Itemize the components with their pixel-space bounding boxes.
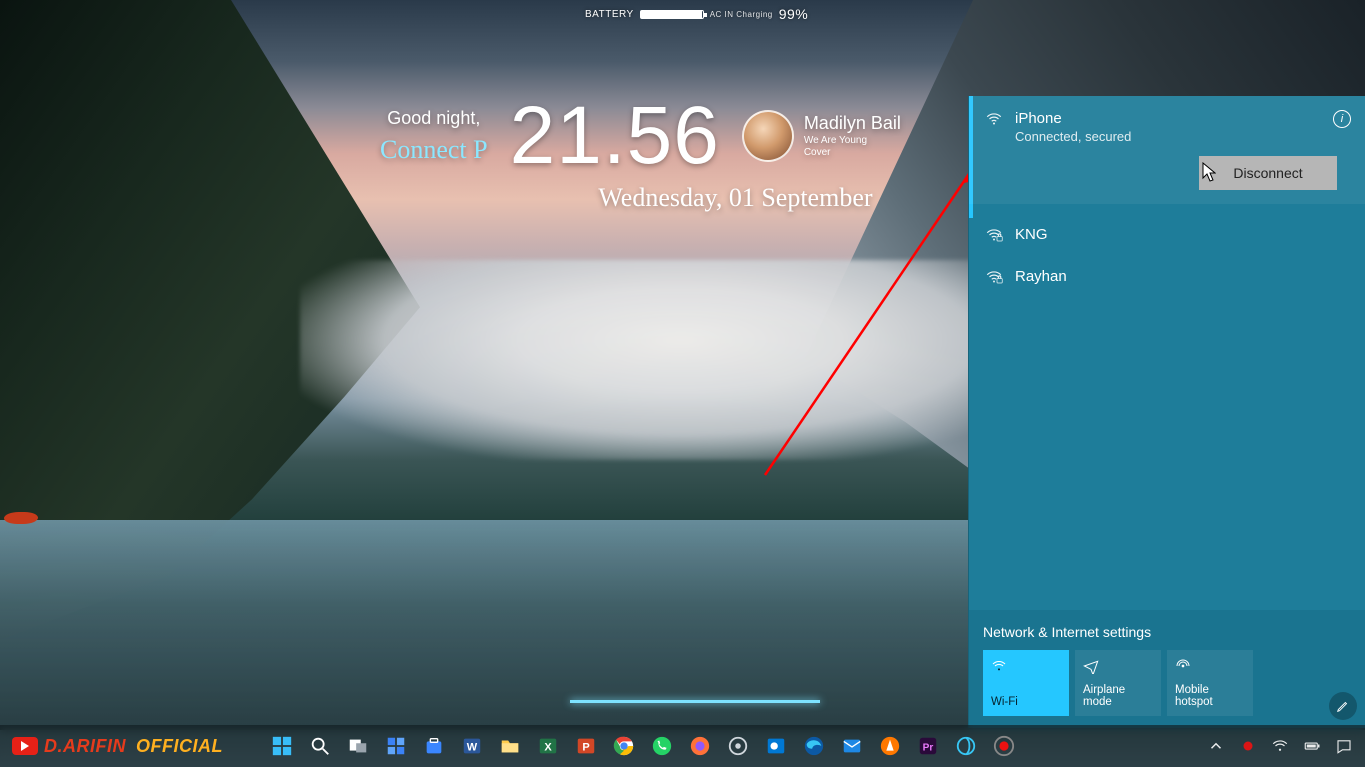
system-tray [1207, 737, 1353, 755]
disconnect-button[interactable]: Disconnect [1199, 156, 1337, 190]
network-settings-link[interactable]: Network & Internet settings [983, 624, 1351, 640]
svg-text:W: W [467, 742, 478, 754]
quick-tile-wifi[interactable]: Wi-Fi [983, 650, 1069, 716]
track-subtitle: Cover [804, 147, 901, 160]
brand-text-2: OFFICIAL [136, 736, 223, 757]
youtube-icon [12, 737, 38, 755]
battery-sub: AC IN Charging [710, 10, 773, 19]
network-status: Connected, secured [1015, 129, 1349, 144]
greeting-text: Good night, [380, 108, 488, 129]
svg-text:P: P [582, 742, 589, 754]
whatsapp-icon[interactable] [649, 733, 675, 759]
taskbar: D.ARIFIN OFFICIAL W X P Pr [0, 725, 1365, 767]
start-button[interactable] [269, 733, 295, 759]
clock-time: 21.56 [510, 95, 720, 177]
network-name: KNG [1015, 226, 1349, 243]
battery-fill [641, 11, 702, 18]
battery-widget: BATTERY AC IN Charging 99% [585, 6, 808, 22]
wallpaper-canoe [3, 512, 38, 524]
quick-tile-airplane[interactable]: Airplane mode [1075, 650, 1161, 716]
desktop-accent-bar [570, 700, 820, 703]
powerpoint-icon[interactable]: P [573, 733, 599, 759]
edge-icon[interactable] [801, 733, 827, 759]
now-playing: Madilyn Bail We Are Young Cover [742, 110, 901, 162]
firefox-icon[interactable] [687, 733, 713, 759]
tray-wifi-icon[interactable] [1271, 737, 1289, 755]
network-name: iPhone [1015, 110, 1349, 127]
hotspot-icon [1175, 658, 1191, 674]
wifi-secured-icon [985, 268, 1003, 286]
clock-date: Wednesday, 01 September [570, 183, 901, 213]
wifi-flyout: iPhone Connected, secured Disconnect i K… [968, 96, 1365, 728]
tray-notifications-icon[interactable] [1335, 737, 1353, 755]
battery-label: BATTERY [585, 9, 634, 20]
tray-chevron-icon[interactable] [1207, 737, 1225, 755]
file-explorer-icon[interactable] [497, 733, 523, 759]
svg-text:Pr: Pr [923, 743, 934, 754]
svg-text:X: X [544, 742, 552, 754]
avast-icon[interactable] [877, 733, 903, 759]
edit-quick-actions-button[interactable] [1329, 692, 1357, 720]
wifi-network-item[interactable]: Rayhan [969, 254, 1365, 296]
tile-label: Mobile hotspot [1175, 684, 1245, 708]
taskview-button[interactable] [345, 733, 371, 759]
battery-bar [640, 10, 704, 19]
word-icon[interactable]: W [459, 733, 485, 759]
widgets-button[interactable] [383, 733, 409, 759]
battery-percent: 99% [779, 6, 809, 22]
tray-record-icon[interactable] [1239, 737, 1257, 755]
wifi-icon [991, 658, 1007, 674]
wifi-flyout-footer: Network & Internet settings Wi-Fi Airpla… [969, 610, 1365, 728]
wifi-network-connected[interactable]: iPhone Connected, secured Disconnect i [969, 96, 1365, 204]
tile-label: Airplane mode [1083, 684, 1153, 708]
tile-label: Wi-Fi [991, 696, 1061, 708]
pencil-icon [1336, 699, 1350, 713]
quick-tile-hotspot[interactable]: Mobile hotspot [1167, 650, 1253, 716]
search-button[interactable] [307, 733, 333, 759]
greeting-name: Connect P [380, 135, 488, 165]
outlook-icon[interactable] [763, 733, 789, 759]
settings-icon[interactable] [725, 733, 751, 759]
network-properties-button[interactable]: i [1333, 110, 1351, 128]
channel-watermark: D.ARIFIN OFFICIAL [12, 736, 223, 757]
wallpaper-snow [300, 260, 1060, 460]
wifi-network-item[interactable]: KNG [969, 212, 1365, 254]
brand-text-1: D.ARIFIN [44, 736, 126, 757]
chrome-icon[interactable] [611, 733, 637, 759]
wifi-icon [985, 110, 1003, 128]
microsoft-store-icon[interactable] [421, 733, 447, 759]
premiere-icon[interactable]: Pr [915, 733, 941, 759]
track-artist: Madilyn Bail [804, 112, 901, 135]
excel-icon[interactable]: X [535, 733, 561, 759]
album-art [742, 110, 794, 162]
network-name: Rayhan [1015, 268, 1349, 285]
wifi-secured-icon [985, 226, 1003, 244]
pixlr-icon[interactable] [953, 733, 979, 759]
clock-widget: Good night, Connect P 21.56 Madilyn Bail… [380, 95, 901, 213]
tray-battery-icon[interactable] [1303, 737, 1321, 755]
track-title: We Are Young [804, 135, 901, 148]
record-icon[interactable] [991, 733, 1017, 759]
airplane-icon [1083, 658, 1099, 674]
mail-icon[interactable] [839, 733, 865, 759]
taskbar-apps: W X P Pr [269, 733, 1017, 759]
